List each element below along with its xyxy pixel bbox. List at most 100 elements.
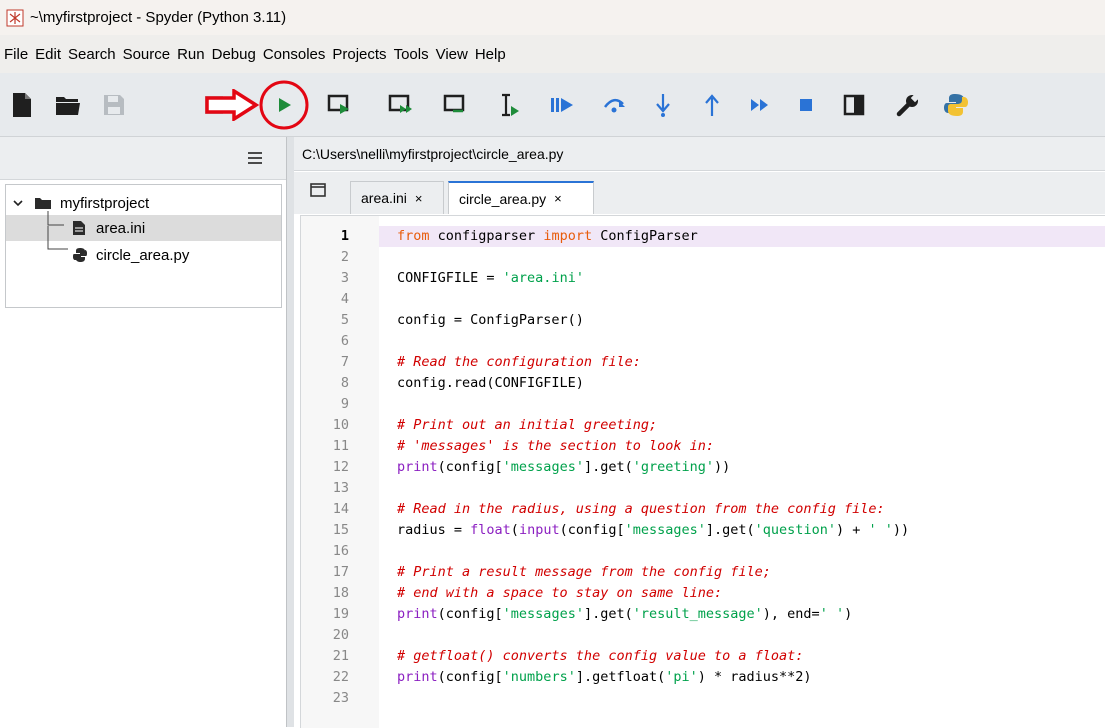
code-line: 2 bbox=[301, 247, 1105, 268]
menu-run[interactable]: Run bbox=[175, 46, 207, 63]
preferences-button[interactable] bbox=[890, 87, 926, 123]
line-number: 3 bbox=[340, 270, 349, 286]
continue-execution-button[interactable] bbox=[544, 87, 580, 123]
step-over-button[interactable] bbox=[597, 87, 633, 123]
menu-file[interactable]: File bbox=[2, 46, 30, 63]
maximize-pane-icon bbox=[843, 94, 865, 116]
annotation-circle-icon bbox=[259, 80, 309, 130]
code-token: ].get( bbox=[583, 459, 633, 475]
step-return-icon bbox=[705, 94, 719, 116]
code-token: 'messages' bbox=[502, 459, 584, 475]
code-text: CONFIGFILE = 'area.ini' bbox=[397, 268, 584, 289]
step-return-button[interactable] bbox=[694, 87, 730, 123]
window-title: ~\myfirstproject - Spyder (Python 3.11) bbox=[30, 9, 287, 26]
menu-edit[interactable]: Edit bbox=[33, 46, 63, 63]
run-cell-advance-button[interactable] bbox=[384, 87, 420, 123]
browse-tabs-icon[interactable] bbox=[309, 182, 327, 198]
menu-search[interactable]: Search bbox=[66, 46, 118, 63]
code-text: # Read in the radius, using a question f… bbox=[397, 499, 885, 520]
tree-connector-icon bbox=[47, 226, 68, 250]
tree-file-label: circle_area.py bbox=[96, 246, 190, 264]
python-path-manager-button[interactable] bbox=[938, 87, 974, 123]
code-text: # Read the configuration file: bbox=[397, 352, 641, 373]
menu-debug[interactable]: Debug bbox=[210, 46, 258, 63]
code-token: (config[ bbox=[437, 669, 503, 685]
code-text: # Print out an initial greeting; bbox=[397, 415, 657, 436]
wrench-icon bbox=[896, 93, 920, 117]
code-token: )) bbox=[714, 459, 731, 475]
code-token: )) bbox=[892, 522, 910, 538]
menu-consoles[interactable]: Consoles bbox=[261, 46, 328, 63]
line-number: 14 bbox=[332, 501, 349, 517]
close-tab-icon[interactable]: × bbox=[415, 191, 423, 206]
menu-tools[interactable]: Tools bbox=[392, 46, 431, 63]
code-text: from configparser import ConfigParser bbox=[397, 226, 698, 247]
code-text: print(config['messages'].get('greeting')… bbox=[397, 457, 730, 478]
tree-file-label: area.ini bbox=[96, 219, 146, 237]
code-token: # end with a space to stay on same line: bbox=[397, 585, 723, 601]
menu-help[interactable]: Help bbox=[473, 46, 508, 63]
line-number: 17 bbox=[332, 564, 349, 580]
tab-circle-area-py[interactable]: circle_area.py × bbox=[448, 181, 594, 214]
code-token: # getfloat() converts the config value t… bbox=[397, 648, 804, 664]
stop-icon bbox=[800, 99, 812, 111]
code-token: from bbox=[397, 228, 430, 244]
code-token: 'greeting' bbox=[632, 459, 715, 475]
code-token: 'messages' bbox=[502, 606, 584, 622]
code-token: ( bbox=[510, 522, 519, 538]
code-token: 'question' bbox=[754, 522, 836, 538]
tab-label: area.ini bbox=[361, 190, 407, 206]
code-editor[interactable]: 1 from configparser import ConfigParser 2 3… bbox=[300, 215, 1105, 728]
maximize-pane-button[interactable] bbox=[836, 87, 872, 123]
code-line: 17 # Print a result message from the conf… bbox=[301, 562, 1105, 583]
step-into-icon bbox=[656, 94, 670, 117]
code-token: ) bbox=[844, 606, 853, 622]
code-token: ), end= bbox=[762, 606, 820, 622]
editor-pane: C:\Users\nelli\myfirstproject\circle_are… bbox=[294, 137, 1105, 728]
stop-debug-button[interactable] bbox=[788, 87, 824, 123]
code-token: radius = bbox=[397, 522, 471, 538]
fast-forward-icon bbox=[751, 99, 768, 111]
code-line: 6 bbox=[301, 331, 1105, 352]
open-file-button[interactable] bbox=[50, 87, 86, 123]
line-number: 6 bbox=[340, 333, 349, 349]
code-token: ) * radius**2) bbox=[697, 669, 812, 685]
code-token: CONFIGFILE = bbox=[397, 270, 503, 286]
code-line: 13 bbox=[301, 478, 1105, 499]
code-token: (config[ bbox=[437, 459, 503, 475]
menu-bar: File Edit Search Source Run Debug Consol… bbox=[0, 35, 1105, 73]
menu-view[interactable]: View bbox=[434, 46, 470, 63]
close-tab-icon[interactable]: × bbox=[554, 191, 562, 206]
chevron-down-icon[interactable] bbox=[12, 197, 24, 209]
code-token: configparser bbox=[429, 228, 544, 244]
run-cell-icon bbox=[327, 94, 349, 114]
line-number: 7 bbox=[340, 354, 349, 370]
code-token: input bbox=[518, 522, 560, 538]
run-cell-button[interactable] bbox=[322, 87, 358, 123]
menu-projects[interactable]: Projects bbox=[330, 46, 388, 63]
fast-forward-button[interactable] bbox=[742, 87, 778, 123]
code-token: (config[ bbox=[437, 606, 503, 622]
code-line: 1 from configparser import ConfigParser bbox=[301, 226, 1105, 247]
line-number: 8 bbox=[340, 375, 349, 391]
code-text: config.read(CONFIGFILE) bbox=[397, 373, 584, 394]
options-menu-icon[interactable] bbox=[246, 149, 264, 167]
step-into-button[interactable] bbox=[645, 87, 681, 123]
code-token: print bbox=[397, 669, 438, 685]
new-file-button[interactable] bbox=[4, 87, 40, 123]
code-token: # Print out an initial greeting; bbox=[397, 417, 658, 433]
code-line: 20 bbox=[301, 625, 1105, 646]
code-line: 9 bbox=[301, 394, 1105, 415]
tree-file-circle-area-py[interactable]: circle_area.py bbox=[6, 226, 281, 268]
run-selection-button[interactable] bbox=[438, 87, 474, 123]
project-explorer-pane: myfirstproject area.ini circle_area.py bbox=[0, 137, 287, 727]
save-file-button[interactable] bbox=[96, 87, 132, 123]
code-line: 16 bbox=[301, 541, 1105, 562]
code-line: 15 radius = float(input(config['messages'… bbox=[301, 520, 1105, 541]
line-number: 12 bbox=[332, 459, 349, 475]
menu-source[interactable]: Source bbox=[121, 46, 173, 63]
tab-area-ini[interactable]: area.ini × bbox=[350, 181, 444, 214]
debug-file-button[interactable] bbox=[492, 87, 528, 123]
line-number: 11 bbox=[332, 438, 349, 454]
python-file-icon bbox=[73, 248, 87, 262]
